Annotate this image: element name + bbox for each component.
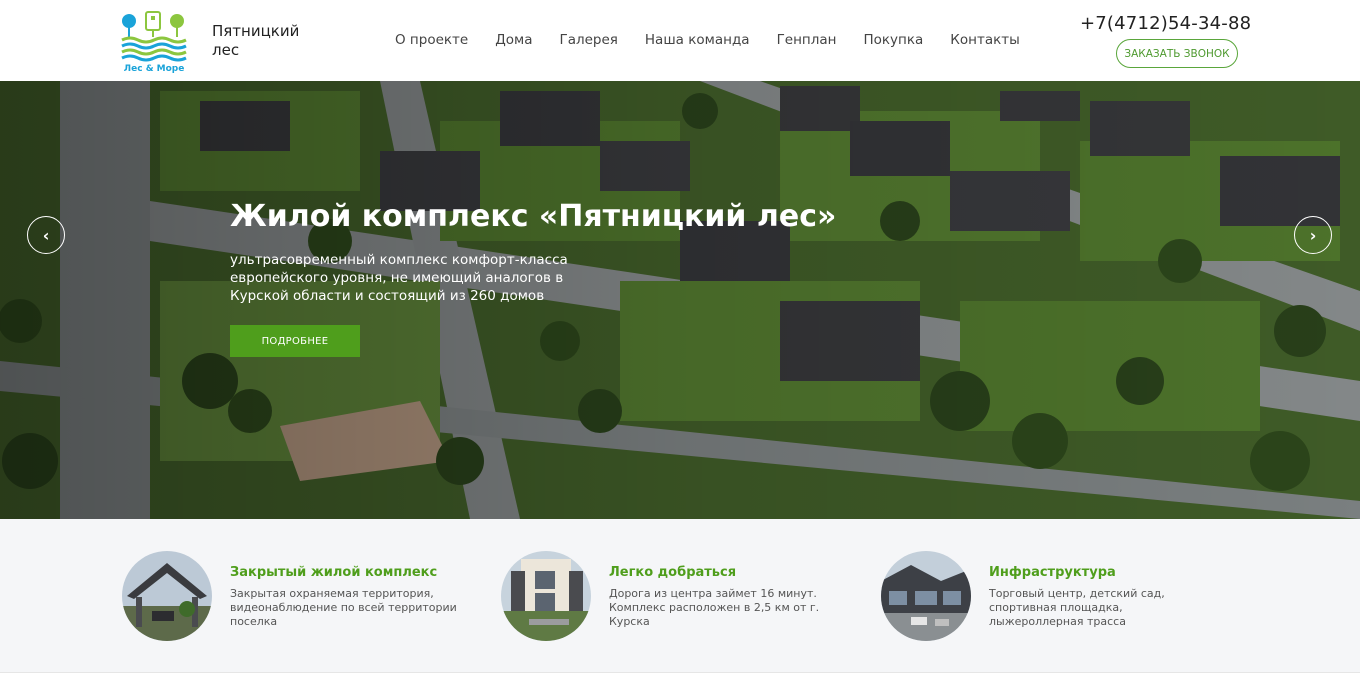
slider-prev-button[interactable]: ‹ [27,216,65,254]
logo[interactable]: Лес & Море [120,8,188,74]
hero-description: ультрасовременный комплекс комфорт-класс… [230,252,568,304]
nav-item-houses[interactable]: Дома [495,32,532,48]
nav-item-gallery[interactable]: Галерея [559,32,617,48]
phone-number[interactable]: +7(4712)54-34-88 [1080,13,1251,34]
slider-next-button[interactable]: › [1294,216,1332,254]
hero-title: Жилой комплекс «Пятницкий лес» [230,199,837,234]
logo-text: Лес & Море [124,64,185,74]
feature-title: Закрытый жилой комплекс [230,565,438,580]
page-bottom-divider [0,672,1360,696]
feature-description: Торговый центр, детский сад, спортивная … [989,587,1165,628]
nav-item-about[interactable]: О проекте [395,32,468,48]
request-call-button[interactable]: ЗАКАЗАТЬ ЗВОНОК [1116,39,1238,68]
site-name: Пятницкий лес [212,22,300,59]
hero-slider: ‹ › Жилой комплекс «Пятницкий лес» ультр… [0,81,1360,519]
hero-overlay [0,81,1360,519]
gated-entrance-image [122,551,212,641]
features-section: Закрытый жилой комплекс Закрытая охраняе… [0,519,1360,672]
chevron-right-icon: › [1309,225,1317,245]
feature-description: Дорога из центра займет 16 минут. Компле… [609,587,820,628]
nav-item-team[interactable]: Наша команда [645,32,750,48]
feature-title: Легко добраться [609,565,737,580]
site-header: Лес & Море Пятницкий лес О проекте Дома … [0,0,1360,81]
feature-description: Закрытая охраняемая территория, видеонаб… [230,587,457,628]
shopping-center-image [881,551,971,641]
nav-item-masterplan[interactable]: Генплан [777,32,837,48]
main-nav: О проекте Дома Галерея Наша команда Генп… [395,32,1047,48]
feature-title: Инфраструктура [989,565,1116,580]
logo-icon: Лес & Море [121,11,187,74]
chevron-left-icon: ‹ [42,225,50,245]
house-facade-image [501,551,591,641]
nav-item-contacts[interactable]: Контакты [950,32,1019,48]
more-details-button[interactable]: ПОДРОБНЕЕ [230,325,360,357]
nav-item-purchase[interactable]: Покупка [863,32,923,48]
